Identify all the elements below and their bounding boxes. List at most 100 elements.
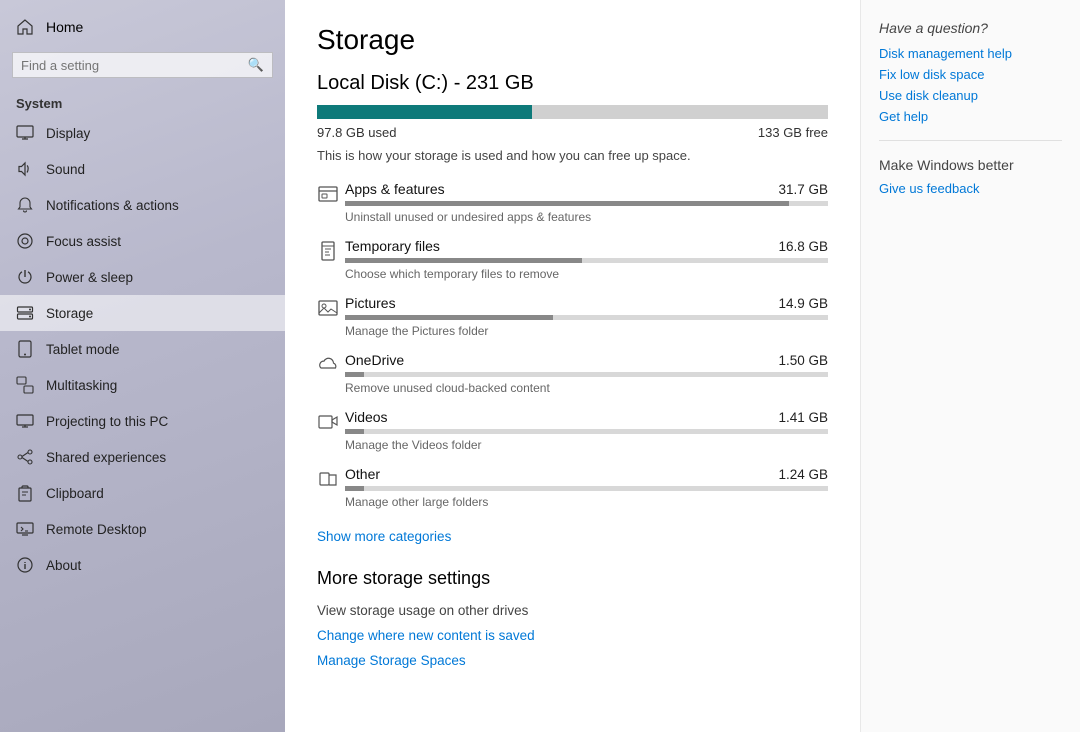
sidebar-item-notifications-label: Notifications & actions: [46, 198, 179, 213]
storage-icon: [16, 304, 34, 322]
disk-bar-fill: [317, 105, 532, 119]
pictures-header: Pictures 14.9 GB: [345, 295, 828, 311]
home-label: Home: [46, 19, 83, 35]
temp-content: Temporary files 16.8 GB Choose which tem…: [345, 238, 828, 281]
sidebar-item-notifications[interactable]: Notifications & actions: [0, 187, 285, 223]
notifications-icon: [16, 196, 34, 214]
temp-header: Temporary files 16.8 GB: [345, 238, 828, 254]
shared-icon: [16, 448, 34, 466]
multitasking-icon: [16, 376, 34, 394]
home-icon: [16, 18, 34, 36]
sidebar-item-multitasking-label: Multitasking: [46, 378, 117, 393]
other-header: Other 1.24 GB: [345, 466, 828, 482]
other-size: 1.24 GB: [778, 467, 828, 482]
disk-cleanup-link[interactable]: Use disk cleanup: [879, 88, 1062, 103]
apps-size: 31.7 GB: [778, 182, 828, 197]
other-desc: Manage other large folders: [345, 495, 828, 509]
sidebar-item-shared-label: Shared experiences: [46, 450, 166, 465]
sidebar-item-projecting-label: Projecting to this PC: [46, 414, 168, 429]
videos-bar: [345, 429, 828, 434]
sidebar-item-about-label: About: [46, 558, 81, 573]
pictures-desc: Manage the Pictures folder: [345, 324, 828, 338]
apps-content: Apps & features 31.7 GB Uninstall unused…: [345, 181, 828, 224]
main-content: Storage Local Disk (C:) - 231 GB 97.8 GB…: [285, 0, 860, 732]
sidebar-item-focus-label: Focus assist: [46, 234, 121, 249]
clipboard-icon: [16, 484, 34, 502]
temp-bar: [345, 258, 828, 263]
page-title: Storage: [317, 24, 828, 56]
pictures-content: Pictures 14.9 GB Manage the Pictures fol…: [345, 295, 828, 338]
panel-divider: [879, 140, 1062, 141]
onedrive-size: 1.50 GB: [778, 353, 828, 368]
used-label: 97.8 GB used: [317, 125, 397, 140]
sidebar-item-display[interactable]: Display: [0, 115, 285, 151]
sidebar-item-display-label: Display: [46, 126, 90, 141]
sidebar-item-sound-label: Sound: [46, 162, 85, 177]
disk-title: Local Disk (C:) - 231 GB: [317, 72, 828, 95]
other-bar: [345, 486, 828, 491]
apps-bar: [345, 201, 828, 206]
focus-icon: [16, 232, 34, 250]
have-question: Have a question?: [879, 20, 1062, 36]
pictures-icon: [317, 297, 345, 324]
change-content-link[interactable]: Change where new content is saved: [317, 628, 828, 643]
get-help-link[interactable]: Get help: [879, 109, 1062, 124]
onedrive-icon: [317, 354, 345, 381]
onedrive-bar: [345, 372, 828, 377]
sidebar-item-clipboard[interactable]: Clipboard: [0, 475, 285, 511]
storage-item-onedrive[interactable]: OneDrive 1.50 GB Remove unused cloud-bac…: [317, 352, 828, 395]
feedback-link[interactable]: Give us feedback: [879, 181, 1062, 196]
sidebar-item-remote-label: Remote Desktop: [46, 522, 147, 537]
remote-icon: [16, 520, 34, 538]
right-panel: Have a question? Disk management help Fi…: [860, 0, 1080, 732]
storage-item-other[interactable]: Other 1.24 GB Manage other large folders: [317, 466, 828, 509]
videos-desc: Manage the Videos folder: [345, 438, 828, 452]
temp-bar-fill: [345, 258, 582, 263]
sidebar-item-shared[interactable]: Shared experiences: [0, 439, 285, 475]
sidebar-item-storage[interactable]: Storage: [0, 295, 285, 331]
more-settings-title: More storage settings: [317, 568, 828, 589]
search-box[interactable]: 🔍: [12, 52, 273, 78]
storage-item-videos[interactable]: Videos 1.41 GB Manage the Videos folder: [317, 409, 828, 452]
sidebar-item-remote[interactable]: Remote Desktop: [0, 511, 285, 547]
fix-disk-link[interactable]: Fix low disk space: [879, 67, 1062, 82]
apps-bar-fill: [345, 201, 789, 206]
sidebar-item-multitasking[interactable]: Multitasking: [0, 367, 285, 403]
sidebar-item-projecting[interactable]: Projecting to this PC: [0, 403, 285, 439]
manage-spaces-link[interactable]: Manage Storage Spaces: [317, 653, 828, 668]
storage-item-pictures[interactable]: Pictures 14.9 GB Manage the Pictures fol…: [317, 295, 828, 338]
apps-icon: [317, 183, 345, 210]
sidebar-item-clipboard-label: Clipboard: [46, 486, 104, 501]
onedrive-content: OneDrive 1.50 GB Remove unused cloud-bac…: [345, 352, 828, 395]
power-icon: [16, 268, 34, 286]
videos-size: 1.41 GB: [778, 410, 828, 425]
search-input[interactable]: [21, 58, 248, 73]
other-name: Other: [345, 466, 380, 482]
sidebar-item-about[interactable]: About: [0, 547, 285, 583]
videos-header: Videos 1.41 GB: [345, 409, 828, 425]
disk-bar: [317, 105, 828, 119]
sidebar-item-power[interactable]: Power & sleep: [0, 259, 285, 295]
sidebar-item-sound[interactable]: Sound: [0, 151, 285, 187]
storage-item-temp[interactable]: Temporary files 16.8 GB Choose which tem…: [317, 238, 828, 281]
sidebar-item-tablet[interactable]: Tablet mode: [0, 331, 285, 367]
storage-item-apps[interactable]: Apps & features 31.7 GB Uninstall unused…: [317, 181, 828, 224]
pictures-size: 14.9 GB: [778, 296, 828, 311]
sidebar-item-focus[interactable]: Focus assist: [0, 223, 285, 259]
sidebar-home[interactable]: Home: [0, 8, 285, 46]
show-more-link[interactable]: Show more categories: [317, 529, 451, 544]
disk-management-link[interactable]: Disk management help: [879, 46, 1062, 61]
about-icon: [16, 556, 34, 574]
videos-icon: [317, 411, 345, 438]
section-title: System: [0, 88, 285, 115]
make-better: Make Windows better: [879, 157, 1062, 173]
temp-name: Temporary files: [345, 238, 440, 254]
temp-desc: Choose which temporary files to remove: [345, 267, 828, 281]
other-icon: [317, 468, 345, 495]
disk-desc: This is how your storage is used and how…: [317, 148, 828, 163]
free-label: 133 GB free: [758, 125, 828, 140]
onedrive-header: OneDrive 1.50 GB: [345, 352, 828, 368]
projecting-icon: [16, 412, 34, 430]
other-bar-fill: [345, 486, 364, 491]
temp-size: 16.8 GB: [778, 239, 828, 254]
